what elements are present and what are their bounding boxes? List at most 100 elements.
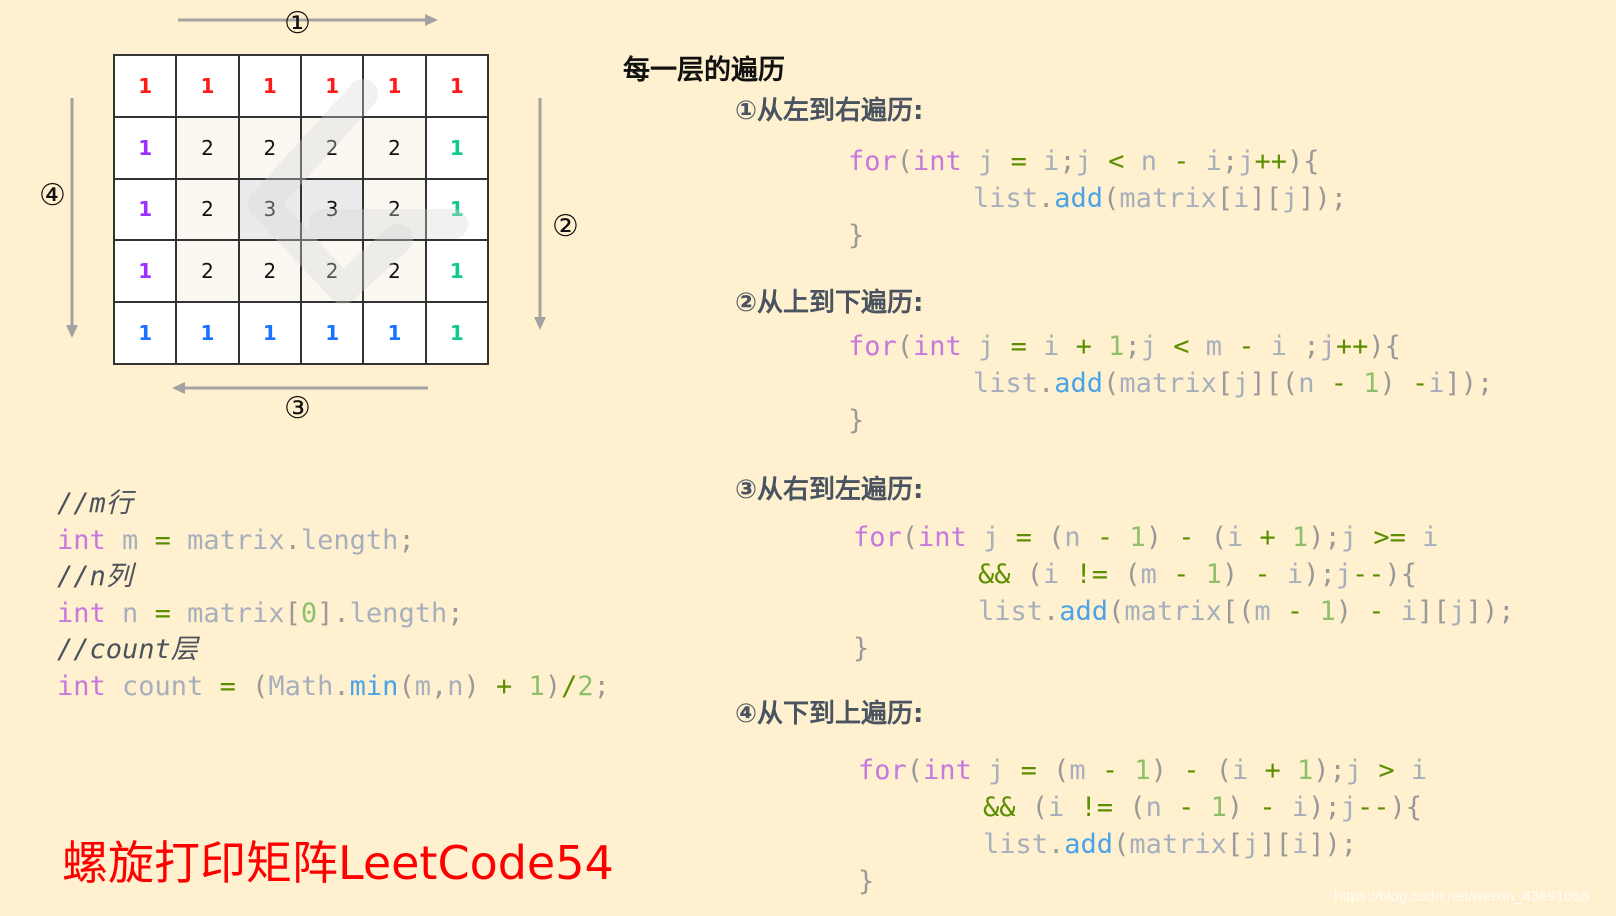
- code-token: =: [1010, 331, 1027, 362]
- code-token: list: [973, 368, 1039, 399]
- code-token: n: [1064, 522, 1097, 553]
- code-token: 1: [1189, 559, 1222, 590]
- code-token: ;: [1124, 331, 1141, 362]
- code-line: for(int j = (n - 1) - (i + 1);j >= i: [853, 524, 1438, 551]
- code-token: j: [1281, 183, 1299, 214]
- code-token: j: [1238, 146, 1255, 177]
- code-token: Math: [268, 671, 334, 702]
- code-token: 1: [1194, 792, 1227, 823]
- code-token: ]);: [1444, 368, 1494, 399]
- code-comment: //count层: [57, 634, 198, 665]
- code-token: ;: [593, 671, 610, 702]
- code-token: n: [1298, 368, 1331, 399]
- code-line: && (i != (m - 1) - i);j--){: [978, 561, 1417, 588]
- traversal-arrows: [66, 14, 546, 394]
- code-token: ++: [1335, 331, 1369, 362]
- code-line: for(int j = i;j < n - i;j++){: [848, 148, 1320, 175]
- code-token: add: [1059, 596, 1109, 627]
- code-token: (: [1108, 596, 1125, 627]
- step-2-label: ②: [552, 209, 579, 244]
- code-token: matrix: [1119, 183, 1217, 214]
- code-token: 1: [1118, 755, 1151, 786]
- code-token: &&: [983, 792, 1016, 823]
- code-token: ++: [1254, 146, 1288, 177]
- code-line: }: [858, 868, 874, 895]
- code-token: i: [1405, 522, 1439, 553]
- code-token: &&: [978, 559, 1011, 590]
- code-line: for(int j = i + 1;j < m - i ;j++){: [848, 333, 1401, 360]
- code-token: -: [1096, 522, 1114, 553]
- code-token: ): [544, 671, 562, 702]
- code-token: .: [284, 525, 301, 556]
- section-title: ③从右到左遍历:: [735, 475, 924, 505]
- code-token: (: [235, 671, 269, 702]
- code-token: length: [300, 525, 399, 556]
- code-token: ]);: [1308, 829, 1357, 860]
- code-token: -: [1395, 368, 1429, 399]
- code-token: j: [1449, 596, 1466, 627]
- page-title: 螺旋打印矩阵LeetCode54: [62, 836, 614, 890]
- code-token: -: [1173, 559, 1190, 590]
- code-token: matrix: [170, 525, 285, 556]
- layer-traversal-heading: 每一层的遍历: [623, 55, 785, 86]
- code-token: for: [853, 522, 902, 553]
- code-token: j: [1075, 146, 1109, 177]
- code-token: int: [923, 755, 972, 786]
- section-title: ②从上到下遍历:: [735, 288, 924, 318]
- code-token: [: [284, 598, 301, 629]
- code-token: ]);: [1298, 183, 1347, 214]
- code-token: -: [1166, 755, 1216, 786]
- code-token: (: [1103, 183, 1120, 214]
- step-3-label: ③: [284, 391, 311, 426]
- code-token: [(: [1221, 596, 1255, 627]
- code-token: (: [1010, 559, 1044, 590]
- source-credit: https://blog.csdn.net/weixin_43691058: [1334, 888, 1590, 905]
- code-token: ;: [447, 598, 464, 629]
- code-token: .: [1043, 596, 1060, 627]
- code-token: length: [349, 598, 448, 629]
- code-token: =: [1020, 755, 1037, 786]
- code-token: -: [1351, 596, 1401, 627]
- code-token: -: [1238, 331, 1255, 362]
- code-line: list.add(matrix[(m - 1) - i][j]);: [978, 598, 1515, 625]
- code-token: j: [1140, 331, 1174, 362]
- code-token: .: [1048, 829, 1065, 860]
- step-4-label: ④: [39, 178, 66, 213]
- code-token: ){: [1389, 792, 1422, 823]
- code-token: i: [1428, 368, 1445, 399]
- code-token: (: [1113, 792, 1146, 823]
- code-token: m: [1140, 559, 1174, 590]
- code-token: .: [1038, 368, 1055, 399]
- code-token: i: [1026, 331, 1076, 362]
- code-token: !=: [1075, 559, 1109, 590]
- arrow-down-right-side-icon: [534, 98, 546, 330]
- code-token: 1: [1346, 368, 1380, 399]
- code-token: !=: [1080, 792, 1114, 823]
- code-token: ): [1221, 559, 1239, 590]
- code-line: }: [848, 222, 864, 249]
- code-line: list.add(matrix[j][i]);: [983, 831, 1357, 858]
- code-token: );: [1313, 755, 1346, 786]
- code-token: >: [1378, 755, 1395, 786]
- code-token: (: [901, 522, 919, 553]
- code-line: int m = matrix.length;: [57, 527, 415, 554]
- code-token: 0: [300, 598, 318, 629]
- code-token: n: [1124, 146, 1174, 177]
- code-line: for(int j = (m - 1) - (i + 1);j > i: [858, 757, 1427, 784]
- section-title: ④从下到上遍历:: [735, 699, 924, 729]
- code-token: ].: [317, 598, 350, 629]
- code-comment: //m行: [57, 488, 133, 519]
- code-token: int: [913, 331, 962, 362]
- code-token: +: [1264, 755, 1281, 786]
- code-token: [: [1216, 183, 1234, 214]
- code-token: m: [105, 525, 155, 556]
- code-token: i: [1227, 522, 1260, 553]
- code-token: }: [853, 633, 870, 664]
- code-token: }: [848, 220, 865, 251]
- code-token: n: [1145, 792, 1179, 823]
- code-token: matrix: [1124, 596, 1222, 627]
- code-token: m: [1189, 331, 1239, 362]
- code-token: j: [1335, 559, 1352, 590]
- code-token: ): [1145, 522, 1162, 553]
- code-line: int count = (Math.min(m,n) + 1)/2;: [57, 673, 610, 700]
